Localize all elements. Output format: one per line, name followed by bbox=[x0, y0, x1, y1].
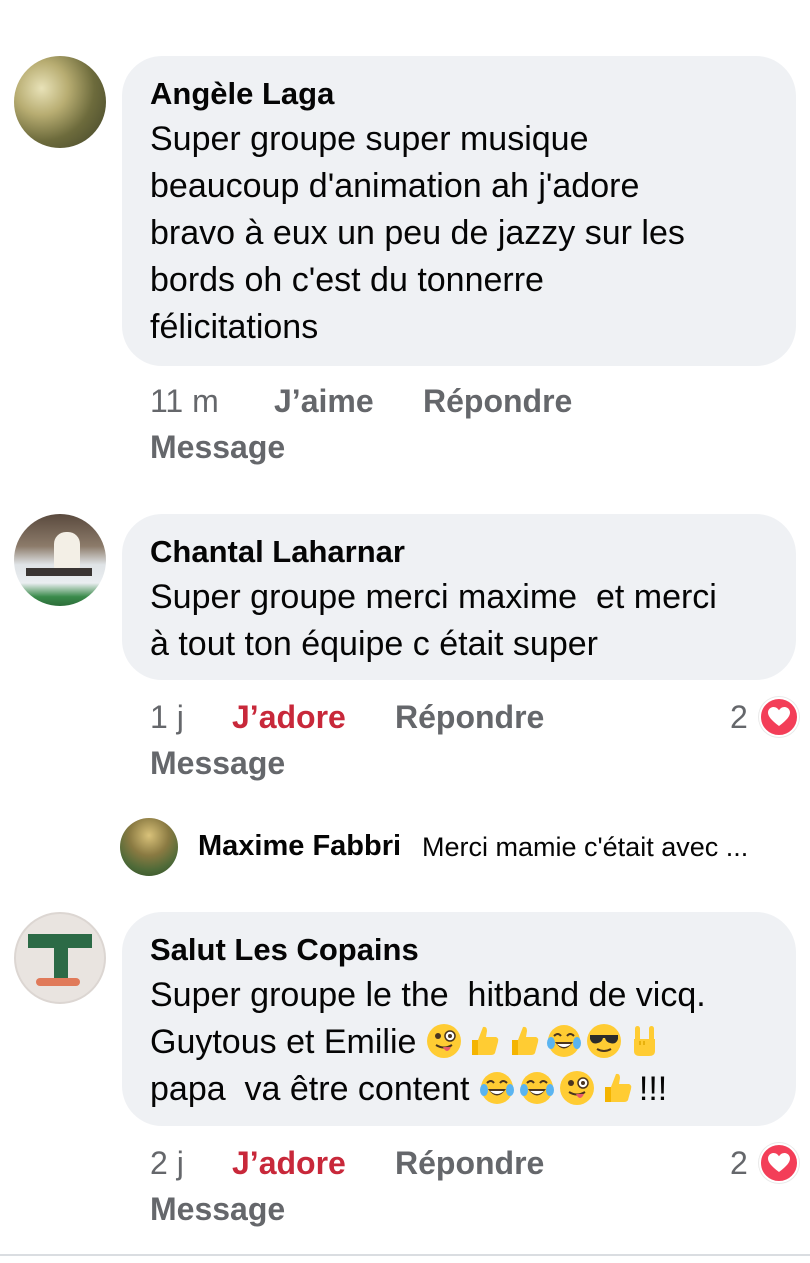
like-button[interactable]: J’aime bbox=[274, 378, 374, 424]
love-button[interactable]: J’adore bbox=[232, 1140, 346, 1186]
reply-button[interactable]: Répondre bbox=[423, 378, 572, 424]
reaction-count[interactable]: 2 bbox=[730, 694, 748, 740]
heart-icon[interactable] bbox=[759, 697, 799, 737]
reply-text: Merci mamie c'était avec ... bbox=[422, 832, 749, 862]
comment-text-line2: Guytous et Emilie bbox=[150, 1019, 768, 1066]
comment-author[interactable]: Salut Les Copains bbox=[150, 928, 768, 972]
avatar-salut[interactable] bbox=[14, 912, 106, 1004]
comment-text-line2-words: Guytous et Emilie bbox=[150, 1023, 417, 1061]
thumbs-up-emoji bbox=[599, 1070, 635, 1106]
avatar-dog bbox=[54, 532, 80, 572]
comment-bubble: Salut Les Copains Super groupe le the hi… bbox=[122, 912, 796, 1126]
reply-button[interactable]: Répondre bbox=[395, 694, 544, 740]
comment-bubble: Angèle Laga Super groupe super musique b… bbox=[122, 56, 796, 366]
comment-text: Super groupe super musique beaucoup d'an… bbox=[150, 120, 685, 346]
avatar-chantal[interactable] bbox=[14, 514, 106, 606]
comment-text-line3: papa va être content !!! bbox=[150, 1066, 768, 1113]
reaction-count[interactable]: 2 bbox=[730, 1140, 748, 1186]
heart-icon[interactable] bbox=[759, 1143, 799, 1183]
thumbs-up-emoji bbox=[506, 1023, 542, 1059]
message-button[interactable]: Message bbox=[150, 740, 285, 786]
message-button[interactable]: Message bbox=[150, 424, 285, 470]
comment-time[interactable]: 1 j bbox=[150, 694, 184, 740]
laughing-tears-emoji bbox=[546, 1023, 582, 1059]
avatar-logo-accent bbox=[36, 978, 80, 986]
comment-text-line1: Super groupe le the hitband de vicq. bbox=[150, 976, 706, 1014]
emoji-row-2 bbox=[479, 1070, 639, 1108]
emoji-row-1 bbox=[426, 1023, 666, 1061]
thumbs-up-emoji bbox=[466, 1023, 502, 1059]
comment-actions: 11 m J’aime Répondre Message bbox=[150, 378, 770, 470]
comment-author[interactable]: Angèle Laga bbox=[150, 72, 768, 116]
comment-actions: 2 j J’adore Répondre Message bbox=[150, 1140, 770, 1232]
divider bbox=[0, 1254, 810, 1256]
rock-hand-emoji bbox=[626, 1023, 662, 1059]
comment-text-line3-suffix: !!! bbox=[638, 1070, 668, 1108]
comment-time[interactable]: 2 j bbox=[150, 1140, 184, 1186]
laughing-tears-emoji bbox=[479, 1070, 515, 1106]
reply-button[interactable]: Répondre bbox=[395, 1140, 544, 1186]
reply-author[interactable]: Maxime Fabbri bbox=[198, 830, 401, 863]
winking-tongue-emoji bbox=[559, 1070, 595, 1106]
avatar-angele[interactable] bbox=[14, 56, 106, 148]
reply-preview[interactable]: Maxime Fabbri Merci mamie c'était avec .… bbox=[120, 818, 800, 878]
comment-text-line3-words: papa va être content bbox=[150, 1070, 470, 1108]
comment-text: Super groupe merci maxime et merci à tou… bbox=[150, 578, 717, 663]
laughing-tears-emoji bbox=[519, 1070, 555, 1106]
sunglasses-emoji bbox=[586, 1023, 622, 1059]
avatar-maxime[interactable] bbox=[120, 818, 178, 876]
message-button[interactable]: Message bbox=[150, 1186, 285, 1232]
comment-author[interactable]: Chantal Laharnar bbox=[150, 530, 768, 574]
avatar-table bbox=[26, 568, 92, 576]
comment-actions: 1 j J’adore Répondre Message bbox=[150, 694, 770, 786]
comment-time[interactable]: 11 m bbox=[150, 378, 219, 424]
winking-tongue-emoji bbox=[426, 1023, 462, 1059]
avatar-logo-bar bbox=[28, 934, 92, 948]
love-button[interactable]: J’adore bbox=[232, 694, 346, 740]
comment-bubble: Chantal Laharnar Super groupe merci maxi… bbox=[122, 514, 796, 680]
